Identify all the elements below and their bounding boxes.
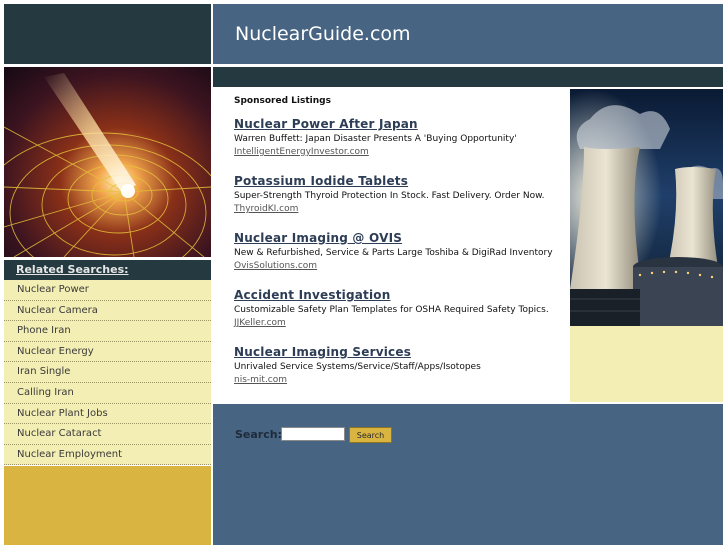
sidebar-link[interactable]: Nuclear Employment	[4, 445, 211, 464]
sidebar-link[interactable]: Nuclear Plant Jobs	[4, 404, 211, 423]
listing-url-link[interactable]: IntelligentEnergyInvestor.com	[234, 147, 564, 157]
site-header: NuclearGuide.com	[213, 4, 723, 64]
sidebar-link[interactable]: Calling Iran	[4, 383, 211, 402]
search-button[interactable]: Search	[349, 427, 392, 443]
listing-item: Nuclear Imaging Services Unrivaled Servi…	[234, 345, 564, 385]
listing-item: Nuclear Power After Japan Warren Buffett…	[234, 117, 564, 157]
listing-title-link[interactable]: Nuclear Imaging Services	[234, 345, 564, 359]
sidebar-link[interactable]: Iran Single	[4, 362, 211, 381]
cooling-towers-image	[570, 89, 723, 326]
wormhole-illustration	[4, 67, 211, 257]
listing-url-link[interactable]: OvisSolutions.com	[234, 261, 564, 271]
search-input[interactable]	[281, 427, 345, 441]
sidebar-item-nuclear-plant-jobs: Nuclear Plant Jobs	[4, 404, 211, 425]
listing-url-link[interactable]: ThyroidKI.com	[234, 204, 564, 214]
listing-title-link[interactable]: Nuclear Power After Japan	[234, 117, 564, 131]
sidebar-item-iran-single: Iran Single	[4, 362, 211, 383]
left-header-block	[4, 4, 211, 64]
sidebar-item-phone-iran: Phone Iran	[4, 321, 211, 342]
listing-description: New & Refurbished, Service & Parts Large…	[234, 248, 553, 258]
listing-title-link[interactable]: Accident Investigation	[234, 288, 564, 302]
listing-item: Potassium Iodide Tablets Super-Strength …	[234, 174, 564, 214]
listing-description: Warren Buffett: Japan Disaster Presents …	[234, 134, 517, 144]
listing-description: Customizable Safety Plan Templates for O…	[234, 305, 549, 315]
listing-url-link[interactable]: JJKeller.com	[234, 318, 564, 328]
listing-url-link[interactable]: nis-mit.com	[234, 375, 564, 385]
related-searches-title: Related Searches:	[16, 263, 129, 276]
sponsored-listings: Sponsored Listings Nuclear Power After J…	[213, 89, 570, 402]
wormhole-image	[4, 67, 211, 257]
site-title: NuclearGuide.com	[235, 23, 411, 45]
search-label: Search:	[235, 428, 282, 441]
listing-title-link[interactable]: Potassium Iodide Tablets	[234, 174, 564, 188]
search-area: Search: Search	[213, 404, 723, 545]
sidebar-link[interactable]: Phone Iran	[4, 321, 211, 340]
related-searches-list: Nuclear Power Nuclear Camera Phone Iran …	[4, 280, 211, 466]
left-footer-block	[4, 466, 211, 545]
listing-item: Nuclear Imaging @ OVIS New & Refurbished…	[234, 231, 564, 271]
sidebar-item-nuclear-cataract: Nuclear Cataract	[4, 424, 211, 445]
related-searches-header: Related Searches:	[4, 260, 211, 280]
sponsored-listings-heading: Sponsored Listings	[234, 96, 331, 106]
listing-title-link[interactable]: Nuclear Imaging @ OVIS	[234, 231, 564, 245]
sidebar-link[interactable]: Nuclear Energy	[4, 342, 211, 361]
sidebar-link[interactable]: Nuclear Power	[4, 280, 211, 299]
listing-item: Accident Investigation Customizable Safe…	[234, 288, 564, 328]
sidebar-item-nuclear-energy: Nuclear Energy	[4, 342, 211, 363]
sidebar-item-calling-iran: Calling Iran	[4, 383, 211, 404]
sidebar-item-nuclear-employment: Nuclear Employment	[4, 445, 211, 466]
cooling-towers-illustration	[570, 89, 723, 326]
sidebar-item-nuclear-camera: Nuclear Camera	[4, 301, 211, 322]
sidebar-item-nuclear-power: Nuclear Power	[4, 280, 211, 301]
header-sub-bar	[213, 67, 723, 87]
sidebar-link[interactable]: Nuclear Camera	[4, 301, 211, 320]
listing-description: Super-Strength Thyroid Protection In Sto…	[234, 191, 545, 201]
sidebar-link[interactable]: Nuclear Cataract	[4, 424, 211, 443]
listing-description: Unrivaled Service Systems/Service/Staff/…	[234, 362, 481, 372]
